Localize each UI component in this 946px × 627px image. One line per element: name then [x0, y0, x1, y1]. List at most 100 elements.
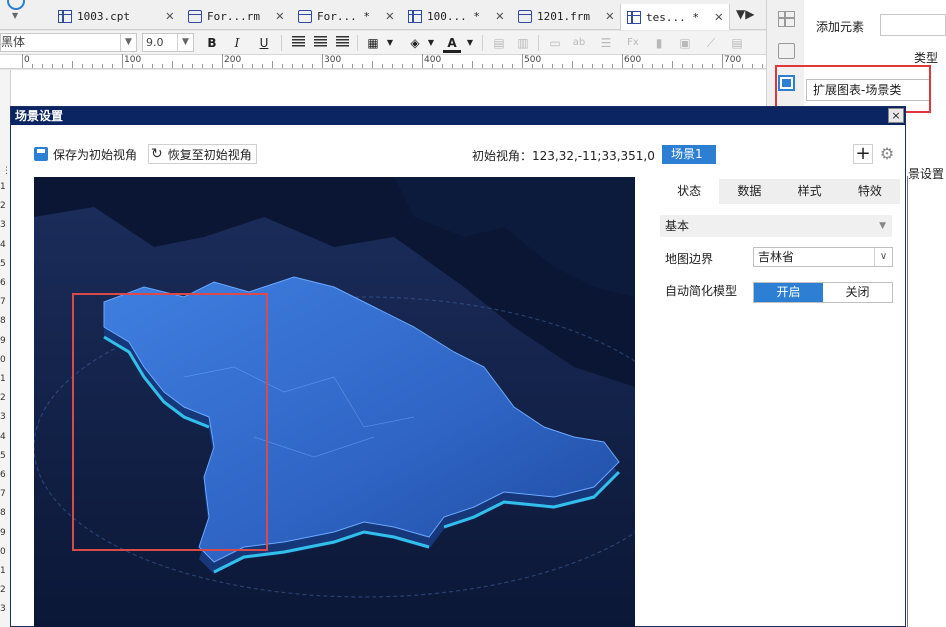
restore-initial-view-button[interactable]: ↻ 恢复至初始视角: [148, 144, 257, 164]
ruler-tick: [752, 64, 753, 68]
ruler-tick: [282, 64, 283, 68]
row-number: 5: [0, 258, 6, 269]
font-name-value: 黑体: [1, 35, 26, 49]
tab-style[interactable]: 样式: [780, 179, 840, 204]
font-color-icon[interactable]: A: [443, 35, 461, 53]
tab-1003-cpt[interactable]: 1003.cpt ✕: [52, 4, 180, 28]
ruler-tick: [392, 64, 393, 68]
image-icon[interactable]: ▣: [676, 35, 694, 51]
tab-overflow-icon[interactable]: ▼▶: [736, 7, 756, 25]
close-icon[interactable]: ✕: [166, 8, 174, 24]
ruler-tick: [372, 61, 373, 68]
row-number: 2: [0, 393, 6, 404]
list-icon[interactable]: ☰: [597, 35, 615, 51]
ruler-tick: [262, 64, 263, 68]
chevron-down-icon[interactable]: ▼: [461, 35, 479, 51]
chevron-down-icon[interactable]: ▼: [422, 35, 440, 51]
add-element-input[interactable]: [880, 14, 946, 36]
tab-data[interactable]: 数据: [719, 179, 779, 204]
scene-settings-dialog: 场景设置 × 保存为初始视角 ↻ 恢复至初始视角 初始视角：123,32,-11…: [10, 106, 906, 627]
row-number: 2: [0, 585, 6, 596]
slash-icon[interactable]: ⟋: [702, 35, 720, 51]
close-icon[interactable]: ✕: [496, 8, 504, 24]
scene-tab-1[interactable]: 场景1: [662, 145, 716, 164]
tab-form-2[interactable]: For... * ✕: [292, 4, 400, 28]
settings-tabs: 状态 数据 样式 特效: [659, 179, 900, 204]
ruler-tick: [702, 64, 703, 68]
ruler-tick: [652, 64, 653, 68]
ruler-tick: [72, 61, 73, 68]
gear-icon[interactable]: ⚙: [877, 144, 897, 164]
chevron-down-icon: ▼: [177, 34, 193, 51]
toggle-on-option[interactable]: 开启: [754, 283, 823, 302]
form-icon: [188, 9, 202, 23]
tab-label: For...rm: [207, 9, 260, 23]
chart-icon[interactable]: ▮: [650, 35, 668, 51]
ruler-tick: [202, 64, 203, 68]
toggle-off-option[interactable]: 关闭: [823, 283, 892, 302]
ruler-tick: [32, 64, 33, 68]
align-center-icon[interactable]: [311, 35, 329, 51]
ruler-tick: [412, 64, 413, 68]
merge-cells-icon[interactable]: ▤: [490, 35, 508, 51]
row-number: 1: [0, 182, 6, 192]
ruler-tick: [452, 64, 453, 68]
align-left-icon[interactable]: [289, 35, 307, 51]
text-field-icon[interactable]: ab: [570, 35, 588, 51]
row-number: 5: [0, 450, 6, 461]
row-number: 8: [0, 316, 6, 327]
map-border-select[interactable]: 吉林省 ∨: [753, 247, 893, 267]
ruler-tick: [472, 61, 473, 68]
tab-1201-frm[interactable]: 1201.frm ✕: [512, 4, 620, 28]
basic-section-header[interactable]: 基本 ▼: [660, 215, 892, 237]
ruler-tick: [122, 54, 123, 68]
ruler-tick: [592, 64, 593, 68]
tab-effects[interactable]: 特效: [840, 179, 900, 204]
tab-test-active[interactable]: tes... * ✕: [620, 4, 730, 30]
bold-icon[interactable]: B: [203, 35, 221, 51]
ruler-tick: [292, 64, 293, 68]
underline-icon[interactable]: U: [255, 35, 273, 51]
close-icon[interactable]: ✕: [606, 8, 614, 24]
add-scene-button[interactable]: +: [853, 144, 873, 164]
italic-icon[interactable]: I: [228, 35, 246, 51]
ruler-number: 600: [624, 55, 642, 65]
close-icon[interactable]: ✕: [715, 9, 723, 25]
border-icon[interactable]: ▦: [364, 35, 382, 51]
ruler-number: 300: [324, 55, 342, 65]
ruler-tick: [22, 54, 23, 68]
map-preview[interactable]: [34, 177, 635, 627]
close-icon[interactable]: ✕: [276, 8, 284, 24]
ruler-tick: [622, 54, 623, 68]
auto-simplify-toggle: 开启 关闭: [753, 282, 893, 303]
grid-icon[interactable]: [778, 11, 795, 27]
save-initial-view-button[interactable]: 保存为初始视角: [34, 144, 137, 164]
ruler-tick: [682, 64, 683, 68]
tab-form-1[interactable]: For...rm ✕: [182, 4, 290, 28]
sub-report-icon[interactable]: ▤: [728, 35, 746, 51]
close-icon[interactable]: ✕: [386, 8, 394, 24]
textbox-icon[interactable]: ▭: [546, 35, 564, 51]
row-number: 1: [0, 566, 6, 576]
close-icon[interactable]: ×: [888, 108, 904, 123]
split-cells-icon[interactable]: ▥: [514, 35, 532, 51]
tab-status[interactable]: 状态: [659, 179, 720, 204]
ruler-tick: [612, 64, 613, 68]
chevron-down-icon[interactable]: ▼: [381, 35, 399, 51]
scene-setting-label: 景设置: [908, 167, 945, 181]
font-size-select[interactable]: 9.0 ▼: [142, 33, 194, 52]
ruler-tick: [582, 64, 583, 68]
formula-icon[interactable]: Fx: [624, 35, 642, 51]
align-right-icon[interactable]: [333, 35, 351, 51]
app-menu-icon[interactable]: ▼: [4, 0, 28, 26]
row-number: 7: [0, 297, 6, 308]
tab-report-100[interactable]: 100... * ✕: [402, 4, 510, 28]
annotation-red-box: [72, 293, 268, 551]
ruler-number: 700: [724, 55, 742, 65]
info-icon[interactable]: [778, 43, 795, 59]
section-title: 基本: [665, 219, 690, 233]
font-name-select[interactable]: 黑体 ▼: [0, 33, 137, 52]
ruler-tick: [212, 64, 213, 68]
ruler-tick: [182, 64, 183, 68]
ruler-tick: [312, 64, 313, 68]
